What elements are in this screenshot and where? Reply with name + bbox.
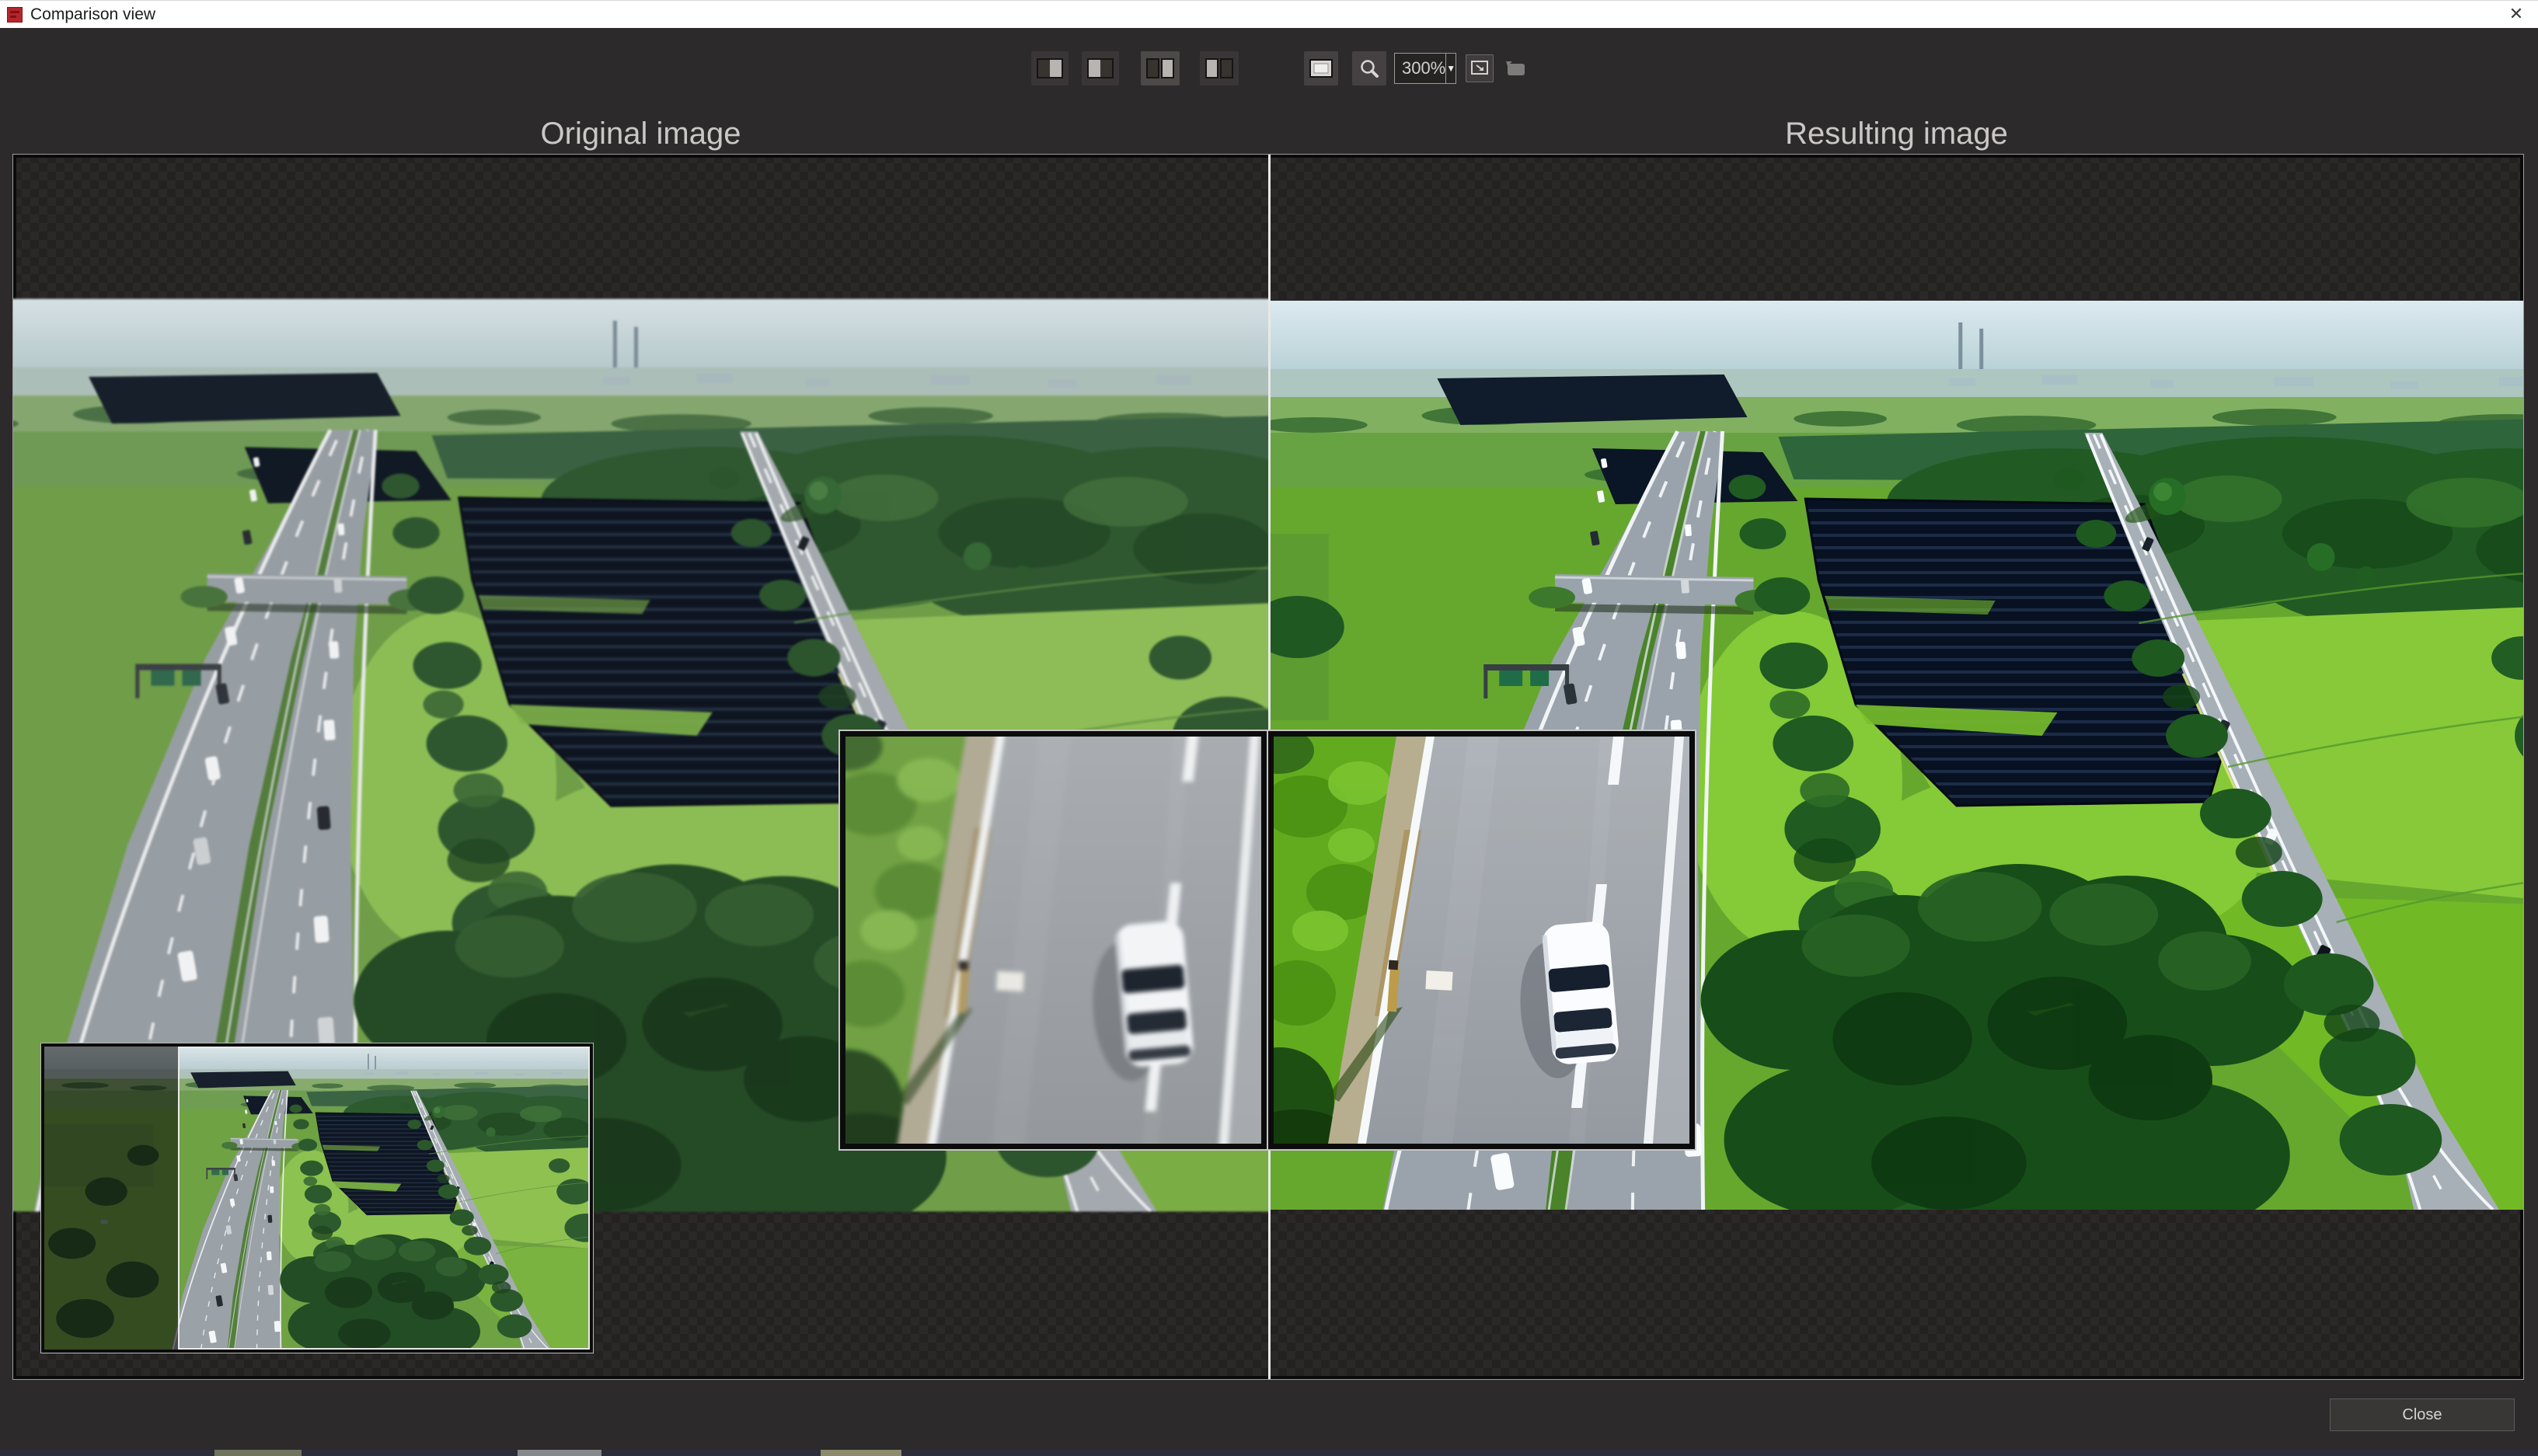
pan-view-button[interactable] <box>1500 56 1531 81</box>
close-button[interactable]: Close <box>2330 1399 2515 1431</box>
side-by-side-swapped-icon <box>1205 58 1233 78</box>
loupe-original-image <box>842 733 1266 1148</box>
split-view-right-half-button[interactable] <box>1031 51 1069 85</box>
loupe-inset-result[interactable] <box>1268 731 1695 1149</box>
original-image-label: Original image <box>13 115 1268 152</box>
loupe-inset-original[interactable] <box>840 731 1267 1149</box>
navigator-frame-icon <box>1309 59 1333 78</box>
split-view-left-half-button[interactable] <box>1082 51 1119 85</box>
split-right-icon <box>1037 58 1063 78</box>
zoom-level-select[interactable]: 300% ▼ <box>1394 53 1456 84</box>
side-by-side-swapped-view-button[interactable] <box>1200 51 1239 85</box>
loupe-toggle-button[interactable] <box>1352 51 1386 85</box>
window-bottom-edge <box>0 1450 2538 1456</box>
navigator-viewport-rect[interactable] <box>178 1047 590 1350</box>
zoom-dropdown-icon[interactable]: ▼ <box>1445 54 1456 83</box>
titlebar[interactable]: Comparison view ✕ <box>0 0 2538 28</box>
loupe-icon <box>1359 58 1379 78</box>
navigator-image-area[interactable] <box>44 1047 590 1350</box>
fit-to-view-icon <box>1470 60 1489 77</box>
zoom-level-value: 300% <box>1395 54 1445 83</box>
navigator-toggle-button[interactable] <box>1304 51 1338 85</box>
window-title: Comparison view <box>30 5 155 24</box>
side-by-side-icon <box>1146 58 1174 78</box>
loupe-inset-pair[interactable] <box>838 730 1696 1151</box>
side-by-side-view-button[interactable] <box>1141 51 1180 85</box>
loupe-result-image <box>1274 737 1689 1144</box>
navigator-thumbnail[interactable] <box>40 1043 594 1353</box>
app-icon <box>7 7 23 23</box>
titlebar-close-icon[interactable]: ✕ <box>2499 2 2533 26</box>
compare-area <box>12 154 2524 1380</box>
resulting-image-label: Resulting image <box>1270 115 2523 152</box>
navigator-dim-overlay <box>44 1047 178 1350</box>
comparison-view-window: Comparison view ✕ 300% ▼ <box>0 0 2538 1456</box>
split-left-icon <box>1087 58 1114 78</box>
pan-view-icon <box>1504 60 1526 77</box>
fit-to-view-button[interactable] <box>1466 54 1494 82</box>
